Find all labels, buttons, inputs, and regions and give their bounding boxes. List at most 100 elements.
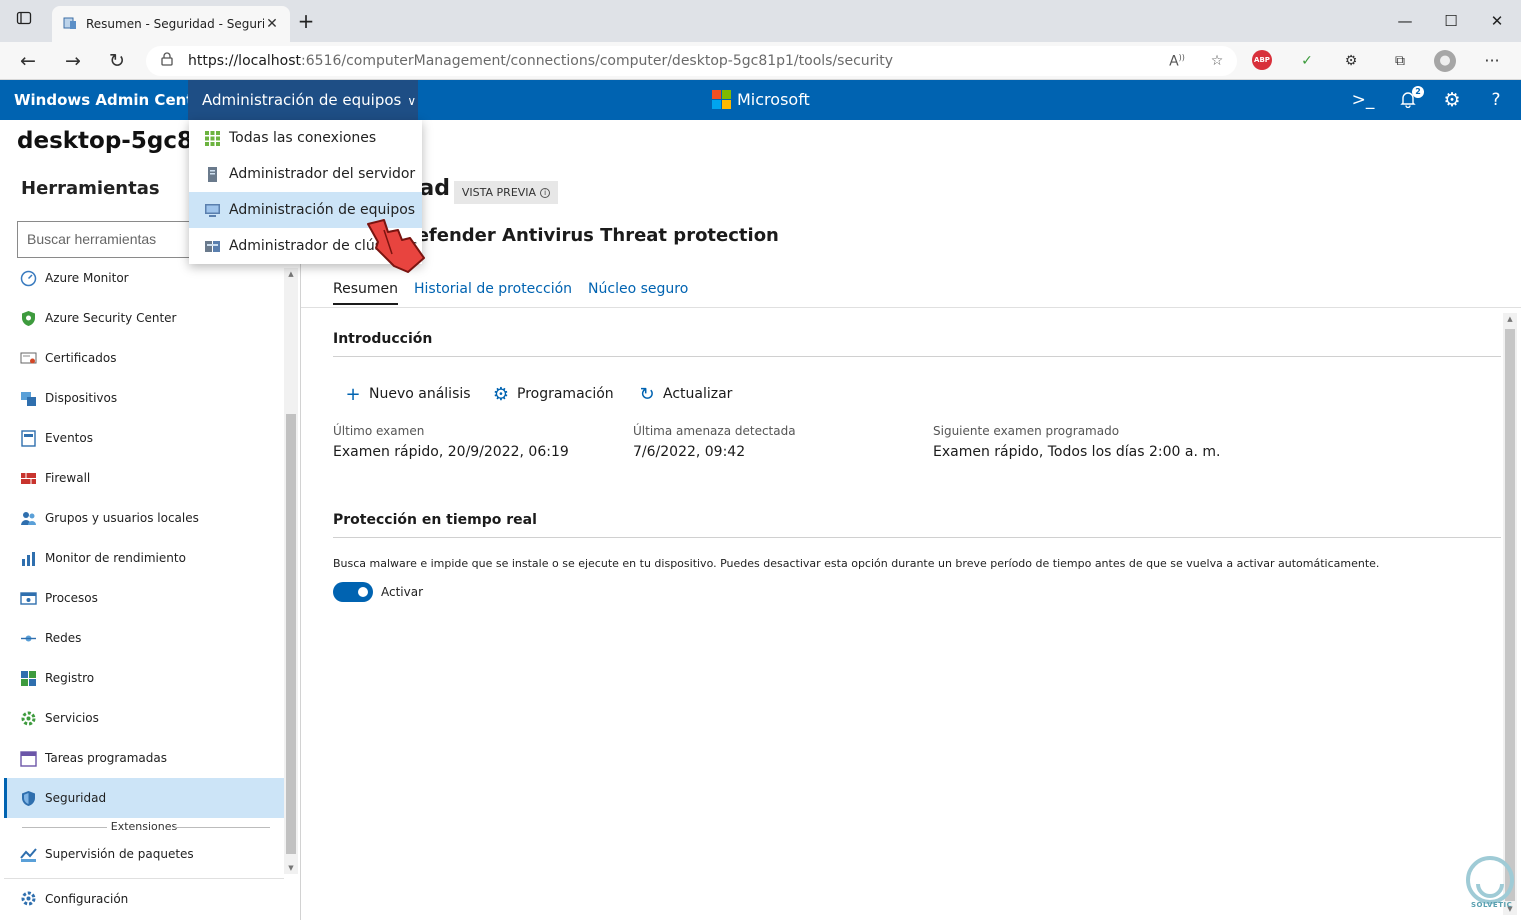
gear-icon: ⚙ — [492, 383, 510, 405]
tools-list: Azure Monitor Azure Security Center Cert… — [4, 258, 284, 874]
tools-scrollbar[interactable]: ▲ ▼ — [284, 268, 298, 874]
certificate-icon — [20, 352, 37, 363]
browser-menu-icon[interactable]: ··· — [1480, 50, 1504, 72]
scroll-down-icon[interactable]: ▼ — [284, 864, 298, 872]
scroll-up-icon[interactable]: ▲ — [284, 270, 298, 278]
microsoft-logo-icon — [712, 90, 731, 109]
network-icon — [21, 635, 36, 641]
tab-nucleo-seguro[interactable]: Núcleo seguro — [588, 281, 688, 305]
brand-name: Microsoft — [737, 90, 810, 109]
new-scan-button[interactable]: + Nuevo análisis — [343, 383, 470, 405]
tool-item-azure-security-center[interactable]: Azure Security Center — [4, 298, 284, 338]
configuration-gear-icon — [21, 891, 36, 906]
content-scroll-up-icon[interactable]: ▲ — [1503, 315, 1517, 323]
calendar-icon — [20, 750, 37, 767]
performance-icon — [22, 551, 35, 566]
devices-icon — [21, 391, 36, 406]
chevron-down-icon: ∨ — [407, 94, 417, 108]
tools-heading: Herramientas — [21, 178, 160, 199]
address-bar[interactable]: https://localhost:6516/computerManagemen… — [146, 46, 1237, 76]
section-dropdown[interactable]: Administración de equipos ∨ — [188, 80, 418, 120]
tab-resumen[interactable]: Resumen — [333, 281, 399, 305]
tools-search-input[interactable]: Buscar herramientas — [17, 221, 207, 258]
tool-item-supervision-paquetes[interactable]: Supervisión de paquetes — [4, 834, 284, 874]
gauge-icon — [20, 270, 37, 286]
realtime-description: Busca malware e impide que se instale o … — [333, 557, 1380, 570]
packet-monitor-icon — [20, 847, 37, 862]
notifications-bell-icon[interactable]: 2 — [1388, 80, 1428, 120]
forward-arrow-icon[interactable]: → — [59, 48, 87, 74]
computer-icon — [205, 203, 220, 217]
watermark-text: SOLVETIC — [1471, 901, 1513, 909]
browser-tab-active[interactable]: Resumen - Seguridad - Segurida ✕ — [52, 6, 290, 42]
minimize-icon[interactable]: — — [1391, 8, 1419, 34]
tool-item-procesos[interactable]: Procesos — [4, 578, 284, 618]
browser-tab-strip: Resumen - Seguridad - Segurida ✕ + — ☐ ✕ — [0, 0, 1521, 42]
tab-title: Resumen - Seguridad - Segurida — [86, 17, 264, 31]
refresh-icon: ↻ — [639, 383, 655, 405]
content-panel — [301, 307, 1521, 920]
event-log-icon — [21, 429, 36, 447]
reload-icon[interactable]: ↻ — [103, 48, 131, 74]
profile-avatar[interactable]: ● — [1434, 50, 1458, 72]
tab-close-icon[interactable]: ✕ — [264, 16, 280, 32]
cluster-icon — [205, 240, 220, 252]
help-icon[interactable]: ? — [1476, 80, 1516, 120]
users-icon — [21, 511, 36, 525]
tools-scrollbar-thumb[interactable] — [286, 414, 296, 854]
tab-historial-proteccion[interactable]: Historial de protección — [414, 281, 572, 305]
app-name[interactable]: Windows Admin Center — [14, 80, 211, 120]
tool-item-registro[interactable]: Registro — [4, 658, 284, 698]
services-gear-icon — [21, 711, 36, 725]
next-scan-label: Siguiente examen programado — [933, 424, 1120, 438]
tool-item-tareas-programadas[interactable]: Tareas programadas — [4, 738, 284, 778]
window-close-icon[interactable]: ✕ — [1483, 8, 1511, 34]
extensions-divider-label: Extensiones — [4, 820, 284, 834]
tool-item-redes[interactable]: Redes — [4, 618, 284, 658]
realtime-section-title: Protección en tiempo real — [333, 512, 537, 528]
realtime-section-divider — [333, 537, 1501, 538]
info-icon[interactable]: i — [540, 187, 551, 198]
tool-item-eventos[interactable]: Eventos — [4, 418, 284, 458]
refresh-button[interactable]: ↻ Actualizar — [637, 383, 732, 405]
last-scan-value: Examen rápido, 20/9/2022, 06:19 — [333, 444, 569, 460]
intro-section-title: Introducción — [333, 331, 433, 347]
adblock-extension-icon[interactable]: ABP — [1252, 50, 1276, 72]
read-aloud-icon[interactable]: A)) — [1157, 53, 1197, 70]
app-header: Windows Admin Center Administración de e… — [0, 80, 1521, 120]
extensions-puzzle-icon[interactable]: ⚙ — [1339, 50, 1363, 72]
tool-item-monitor-rendimiento[interactable]: Monitor de rendimiento — [4, 538, 284, 578]
realtime-protection-toggle[interactable] — [333, 582, 373, 602]
tool-item-dispositivos[interactable]: Dispositivos — [4, 378, 284, 418]
menu-item-todas-conexiones[interactable]: Todas las conexiones — [189, 120, 422, 156]
url-text: https://localhost:6516/computerManagemen… — [188, 53, 894, 69]
tool-item-firewall[interactable]: Firewall — [4, 458, 284, 498]
tool-item-servicios[interactable]: Servicios — [4, 698, 284, 738]
preview-badge: VISTA PREVIA i — [454, 181, 558, 204]
grid-icon — [205, 130, 220, 146]
lock-icon[interactable] — [146, 52, 188, 70]
tab-actions-icon[interactable] — [10, 8, 38, 34]
tool-item-azure-monitor[interactable]: Azure Monitor — [4, 258, 284, 298]
maximize-icon[interactable]: ☐ — [1437, 8, 1465, 34]
tool-item-grupos-usuarios[interactable]: Grupos y usuarios locales — [4, 498, 284, 538]
settings-gear-icon[interactable]: ⚙ — [1432, 80, 1472, 120]
powershell-icon[interactable]: >_ — [1343, 80, 1383, 120]
content-scrollbar[interactable]: ▲ ▼ — [1503, 313, 1517, 915]
collections-icon[interactable]: ⧉ — [1388, 50, 1412, 72]
security-shield-icon — [22, 790, 35, 806]
menu-item-administrador-servidor[interactable]: Administrador del servidor — [189, 156, 422, 192]
last-threat-value: 7/6/2022, 09:42 — [633, 444, 746, 460]
content-scrollbar-thumb[interactable] — [1505, 329, 1515, 901]
favorite-star-icon[interactable]: ☆ — [1197, 53, 1237, 69]
intro-section-divider — [333, 356, 1501, 357]
back-arrow-icon[interactable]: ← — [14, 48, 42, 74]
tool-item-seguridad[interactable]: Seguridad — [4, 778, 284, 818]
schedule-button[interactable]: ⚙ Programación — [491, 383, 614, 405]
tool-item-certificados[interactable]: Certificados — [4, 338, 284, 378]
settings-item[interactable]: Configuración — [4, 878, 284, 918]
extension-person-icon[interactable]: ✓ — [1295, 50, 1319, 72]
pointer-hand-icon — [367, 219, 425, 273]
tab-favicon-icon — [62, 15, 78, 34]
new-tab-icon[interactable]: + — [292, 8, 320, 34]
